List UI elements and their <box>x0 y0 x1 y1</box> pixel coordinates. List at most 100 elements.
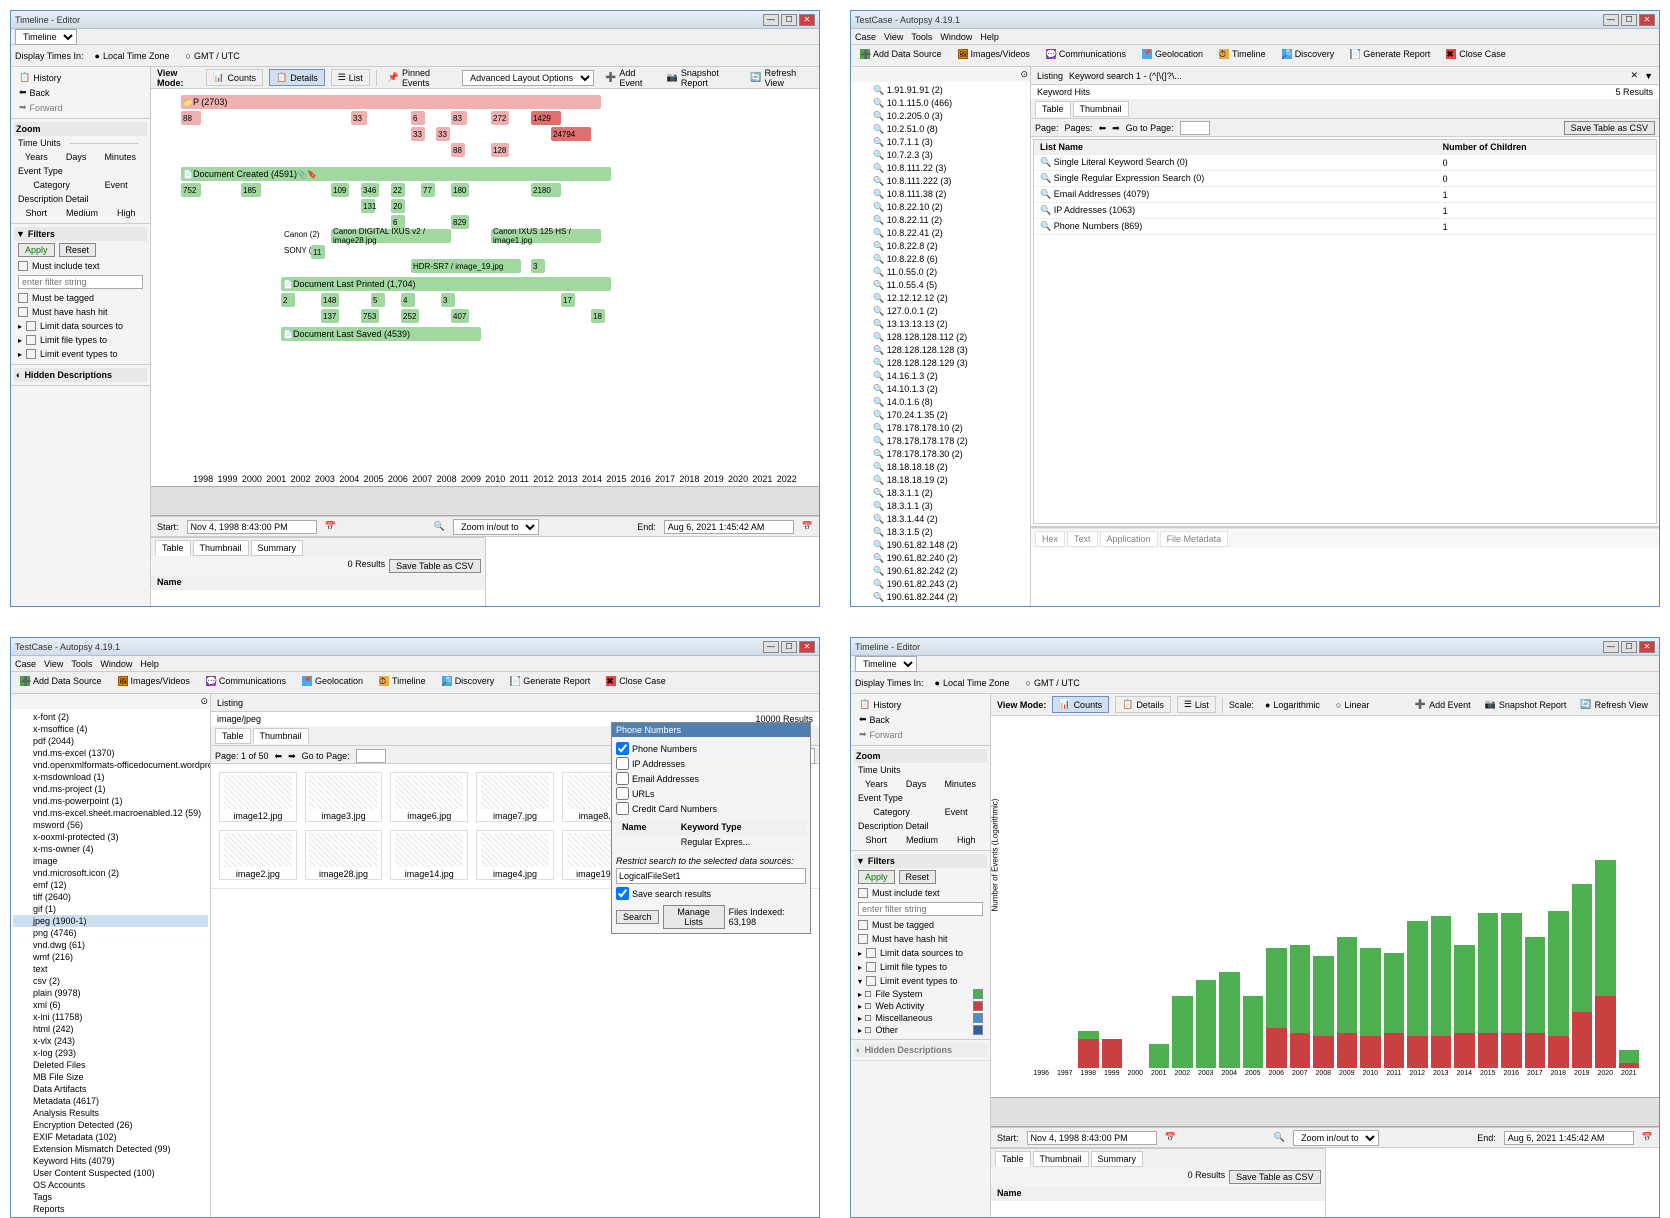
timeline-overview[interactable] <box>151 486 819 516</box>
local-time-radio[interactable]: ● Local Time Zone <box>90 49 175 63</box>
bar-2018[interactable]: 2018 <box>1548 726 1569 1077</box>
legend-web[interactable]: ▸ ☐ Web Activity <box>854 1000 987 1012</box>
add-data-source-button[interactable]: ➕Add Data Source <box>15 674 107 688</box>
tree-item[interactable]: x-font (2) <box>13 711 208 723</box>
tree-item[interactable]: 🔍 190.61.82.148 (2) <box>853 539 1028 552</box>
images-videos-button[interactable]: 🖼Images/Videos <box>953 47 1035 61</box>
tree-item[interactable]: x-ini (11758) <box>13 1011 208 1023</box>
tree-item[interactable]: vnd.ms-excel.sheet.macroenabled.12 (59) <box>13 807 208 819</box>
bar-2001[interactable]: 2001 <box>1149 726 1170 1077</box>
save-results-check[interactable]: Save search results <box>616 886 806 901</box>
zoom-out-icon[interactable]: 🔍 <box>434 521 445 532</box>
tree-item[interactable]: x-ms-owner (4) <box>13 843 208 855</box>
close-listing-icon[interactable]: ✕ <box>1631 70 1639 81</box>
close-button[interactable]: ✕ <box>1639 14 1655 26</box>
gmt-radio[interactable]: ○ GMT / UTC <box>1021 676 1085 690</box>
bar-2020[interactable]: 2020 <box>1595 726 1616 1077</box>
tree-item[interactable]: png (4746) <box>13 927 208 939</box>
menu-help[interactable]: Help <box>980 32 999 42</box>
tree-item[interactable]: 🔍 14.16.1.3 (2) <box>853 370 1028 383</box>
bar-2014[interactable]: 2014 <box>1454 726 1475 1077</box>
menu-case[interactable]: Case <box>855 32 876 42</box>
tree-item[interactable]: x-log (293) <box>13 1047 208 1059</box>
titlebar[interactable]: TestCase - Autopsy 4.19.1 — ☐ ✕ <box>11 638 819 656</box>
thumbnail-item[interactable]: image7.jpg <box>476 772 554 822</box>
limit-ft-check[interactable] <box>26 335 36 345</box>
tree-item[interactable]: 🔍 10.7.2.3 (3) <box>853 149 1028 162</box>
thumbnail-tab[interactable]: Thumbnail <box>253 728 309 744</box>
discovery-button[interactable]: 🔎Discovery <box>437 674 500 688</box>
tree-item[interactable]: csv (2) <box>13 975 208 987</box>
file-type-tree[interactable]: x-font (2)x-msoffice (4)pdf (2044)vnd.ms… <box>11 709 210 1217</box>
manage-lists-button[interactable]: Manage Lists <box>663 905 725 929</box>
tree-item[interactable]: 🔍 10.2.205.0 (3) <box>853 110 1028 123</box>
children-column[interactable]: Number of Children <box>1437 140 1656 155</box>
name-column[interactable]: Name <box>151 575 485 590</box>
zoom-header[interactable]: Zoom <box>854 749 987 763</box>
discovery-button[interactable]: 🔎Discovery <box>1277 47 1340 61</box>
thumbnail-item[interactable]: image28.jpg <box>305 830 383 880</box>
tree-item[interactable]: 🔍 170.24.1.35 (2) <box>853 409 1028 422</box>
tree-item[interactable]: 🔍 1.91.91.91 (2) <box>853 84 1028 97</box>
timeline-button[interactable]: ⏱Timeline <box>1214 47 1271 61</box>
timeline-dropdown[interactable]: Timeline <box>15 29 77 45</box>
hidden-desc-header[interactable]: ◐ Hidden Descriptions <box>14 368 147 382</box>
start-date-input[interactable] <box>187 520 317 534</box>
tree-item[interactable]: 🔍 10.8.22.11 (2) <box>853 214 1028 227</box>
filters-header[interactable]: ▼ Filters <box>854 854 987 868</box>
search-opt-check[interactable]: URLs <box>616 786 806 801</box>
thumbnail-item[interactable]: image6.jpg <box>390 772 468 822</box>
table-row[interactable]: 🔍 Single Literal Keyword Search (0)0 <box>1034 155 1656 171</box>
limit-et-check[interactable] <box>26 349 36 359</box>
close-button[interactable]: ✕ <box>799 641 815 653</box>
menu-window[interactable]: Window <box>100 659 132 669</box>
tree-item[interactable]: 🔍 10.8.111.22 (3) <box>853 162 1028 175</box>
images-videos-button[interactable]: 🖼Images/Videos <box>113 674 195 688</box>
communications-button[interactable]: 💬Communications <box>1041 47 1131 61</box>
calendar-icon[interactable]: 📅 <box>1642 1132 1653 1143</box>
maximize-button[interactable]: ☐ <box>1621 14 1637 26</box>
bar-2019[interactable]: 2019 <box>1572 726 1593 1077</box>
menu-tools[interactable]: Tools <box>71 659 92 669</box>
minimize-button[interactable]: — <box>1603 641 1619 653</box>
tree-item[interactable]: html (242) <box>13 1023 208 1035</box>
tree-item[interactable]: 🔍 18.3.1.1 (3) <box>853 500 1028 513</box>
apply-button[interactable]: Apply <box>858 870 895 884</box>
bar-2002[interactable]: 2002 <box>1172 726 1193 1077</box>
search-opt-check[interactable]: Credit Card Numbers <box>616 801 806 816</box>
minimize-button[interactable]: — <box>763 14 779 26</box>
bar-2003[interactable]: 2003 <box>1196 726 1217 1077</box>
bar-1997[interactable]: 1997 <box>1055 726 1076 1077</box>
tree-item[interactable]: MB File Size <box>13 1071 208 1083</box>
tree-item[interactable]: vnd.openxmlformats-officedocument.wordpr… <box>13 759 208 771</box>
tree-item[interactable]: 🔍 127.0.0.1 (2) <box>853 305 1028 318</box>
titlebar[interactable]: Timeline - Editor — ☐ ✕ <box>851 638 1659 656</box>
minimize-button[interactable]: — <box>763 641 779 653</box>
tree-item[interactable]: vnd.dwg (61) <box>13 939 208 951</box>
menu-view[interactable]: View <box>44 659 63 669</box>
menu-help[interactable]: Help <box>140 659 159 669</box>
menu-case[interactable]: Case <box>15 659 36 669</box>
bar-2008[interactable]: 2008 <box>1313 726 1334 1077</box>
tree-item[interactable]: 🔍 190.61.82.244 (2) <box>853 591 1028 604</box>
zoom-select[interactable]: Zoom in/out to <box>453 519 539 535</box>
detail-bar-doc-printed[interactable]: 📄 Document Last Printed (1,704) <box>281 277 611 291</box>
collapse-icon[interactable]: ⊙ <box>200 696 208 707</box>
timeline-dropdown[interactable]: Timeline <box>855 656 917 672</box>
bar-2006[interactable]: 2006 <box>1266 726 1287 1077</box>
tree-item[interactable]: Metadata (4617) <box>13 1095 208 1107</box>
tree-item[interactable]: 🔍 10.7.1.1 (3) <box>853 136 1028 149</box>
snapshot-button[interactable]: 📷 Snapshot Report <box>1480 697 1572 712</box>
counts-button[interactable]: 📊 Counts <box>1052 696 1109 713</box>
bar-1999[interactable]: 1999 <box>1102 726 1123 1077</box>
titlebar[interactable]: TestCase - Autopsy 4.19.1 — ☐ ✕ <box>851 11 1659 29</box>
tree-item[interactable]: Encryption Detected (26) <box>13 1119 208 1131</box>
detail-bar-doc-created[interactable]: 📄 Document Created (4591) 📎🔖 <box>181 167 611 181</box>
bar-2007[interactable]: 2007 <box>1290 726 1311 1077</box>
next-page-icon[interactable]: ➡ <box>288 751 296 762</box>
table-row[interactable]: 🔍 IP Addresses (1063)1 <box>1034 203 1656 219</box>
detail-bar-p[interactable]: 📁 P (2703) <box>181 95 601 109</box>
canon-label[interactable]: Canon (2) <box>281 229 323 240</box>
legend-misc[interactable]: ▸ ☐ Miscellaneous <box>854 1012 987 1024</box>
bar-2000[interactable]: 2000 <box>1125 726 1146 1077</box>
